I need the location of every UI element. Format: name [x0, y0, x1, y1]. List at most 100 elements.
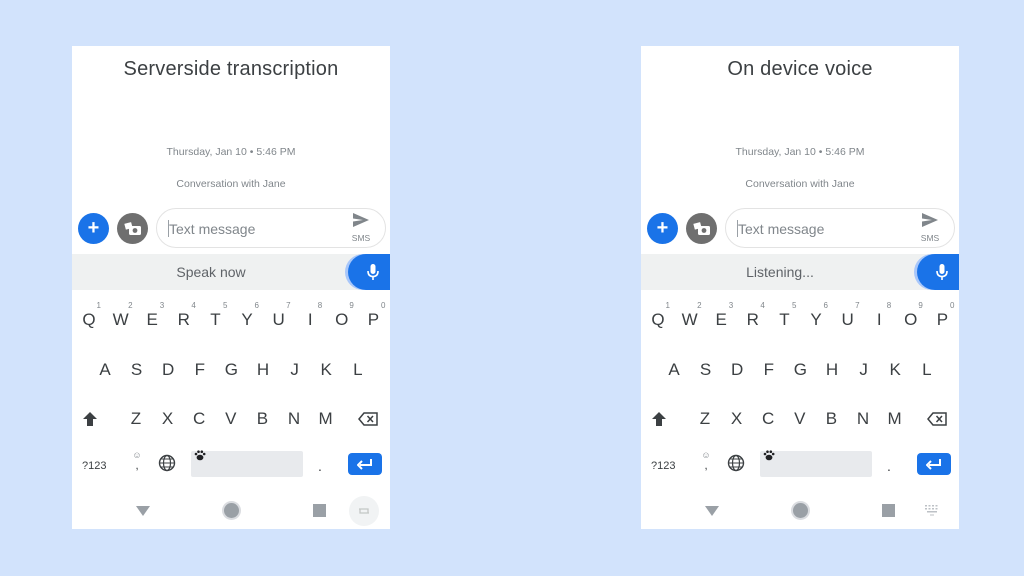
key[interactable]: 6Y [231, 296, 263, 336]
microphone-button[interactable] [917, 254, 959, 290]
key[interactable]: 7U [832, 296, 864, 336]
key[interactable]: 9O [326, 296, 358, 336]
key[interactable]: K [310, 346, 342, 386]
key-hint: 8 [886, 301, 892, 310]
compose-bar: + Text message SMS [641, 208, 959, 248]
key[interactable]: G [784, 346, 816, 386]
key-label: I [307, 310, 313, 329]
add-attachment-button[interactable]: + [647, 213, 678, 244]
key[interactable]: S [121, 346, 153, 386]
recents-icon[interactable] [313, 504, 326, 517]
key[interactable]: B [815, 395, 847, 435]
key[interactable]: Z [120, 395, 152, 435]
key[interactable]: L [342, 346, 374, 386]
backspace-key[interactable] [921, 395, 953, 435]
key[interactable]: 5T [199, 296, 231, 336]
key[interactable]: X [152, 395, 184, 435]
send-sms-button[interactable]: SMS [918, 213, 942, 243]
text-message-input[interactable]: Text message SMS [156, 208, 386, 248]
camera-gallery-button[interactable] [117, 213, 148, 244]
keyboard-icon[interactable] [924, 503, 940, 517]
keyboard-row-1: 1Q2W3E4R5T6Y7U8I9O0P [72, 296, 390, 336]
key[interactable]: 2W [105, 296, 137, 336]
voice-input-bar: Speak now [72, 254, 390, 290]
comma-emoji-key[interactable]: ☺, [130, 450, 144, 471]
key[interactable]: K [879, 346, 911, 386]
key[interactable]: 9O [895, 296, 927, 336]
key[interactable]: V [784, 395, 816, 435]
key[interactable]: 3E [136, 296, 168, 336]
key[interactable]: C [183, 395, 215, 435]
key[interactable]: D [721, 346, 753, 386]
back-icon[interactable] [136, 506, 150, 516]
shift-key[interactable] [643, 395, 675, 435]
space-bar[interactable] [760, 450, 872, 477]
key[interactable]: 0P [926, 296, 958, 336]
camera-gallery-button[interactable] [686, 213, 717, 244]
key[interactable]: Z [689, 395, 721, 435]
key[interactable]: V [215, 395, 247, 435]
key[interactable]: 7U [263, 296, 295, 336]
key[interactable]: D [152, 346, 184, 386]
rotate-icon[interactable] [349, 496, 379, 526]
microphone-button[interactable] [348, 254, 390, 290]
key[interactable]: F [184, 346, 216, 386]
comma-emoji-key[interactable]: ☺, [699, 450, 713, 471]
language-switch-key[interactable] [158, 454, 176, 477]
key[interactable]: 0P [357, 296, 389, 336]
key[interactable]: H [247, 346, 279, 386]
key[interactable]: 1Q [73, 296, 105, 336]
home-icon[interactable] [793, 503, 808, 518]
key[interactable]: 1Q [642, 296, 674, 336]
key[interactable]: 5T [768, 296, 800, 336]
key[interactable]: B [246, 395, 278, 435]
key-label: T [210, 310, 221, 329]
period-key[interactable]: . [318, 458, 322, 474]
enter-key[interactable] [348, 453, 382, 475]
key[interactable]: M [879, 395, 911, 435]
enter-key[interactable] [917, 453, 951, 475]
key[interactable]: 6Y [800, 296, 832, 336]
shift-key[interactable] [74, 395, 106, 435]
keyboard-row-2: ASDFGHJKL [641, 346, 959, 386]
key[interactable]: 8I [863, 296, 895, 336]
key-hint: 9 [349, 301, 354, 310]
send-sms-label: SMS [351, 233, 371, 243]
key[interactable]: H [816, 346, 848, 386]
symbols-key[interactable]: ?123 [82, 460, 106, 472]
symbols-key[interactable]: ?123 [651, 460, 675, 472]
space-bar[interactable] [191, 450, 303, 477]
key[interactable]: 4R [737, 296, 769, 336]
key[interactable]: 4R [168, 296, 200, 336]
key[interactable]: F [753, 346, 785, 386]
globe-icon [727, 454, 745, 472]
key[interactable]: 8I [294, 296, 326, 336]
paw-icon [763, 450, 775, 461]
key[interactable]: X [721, 395, 753, 435]
key[interactable]: 2W [674, 296, 706, 336]
key[interactable]: M [310, 395, 342, 435]
backspace-key[interactable] [352, 395, 384, 435]
add-attachment-button[interactable]: + [78, 213, 109, 244]
key[interactable]: 3E [705, 296, 737, 336]
key[interactable]: S [690, 346, 722, 386]
key[interactable]: J [279, 346, 311, 386]
key[interactable]: N [847, 395, 879, 435]
send-sms-button[interactable]: SMS [349, 213, 373, 243]
phone-panel-on-device: On device voice Thursday, Jan 10 • 5:46 … [641, 46, 959, 529]
language-switch-key[interactable] [727, 454, 745, 477]
key[interactable]: A [658, 346, 690, 386]
text-message-placeholder: Text message [169, 221, 256, 237]
key[interactable]: J [848, 346, 880, 386]
home-icon[interactable] [224, 503, 239, 518]
key[interactable]: G [215, 346, 247, 386]
recents-icon[interactable] [882, 504, 895, 517]
period-key[interactable]: . [887, 458, 891, 474]
key-label: W [112, 310, 129, 329]
key[interactable]: A [89, 346, 121, 386]
text-message-input[interactable]: Text message SMS [725, 208, 955, 248]
key[interactable]: C [752, 395, 784, 435]
key[interactable]: N [278, 395, 310, 435]
key[interactable]: L [911, 346, 943, 386]
back-icon[interactable] [705, 506, 719, 516]
